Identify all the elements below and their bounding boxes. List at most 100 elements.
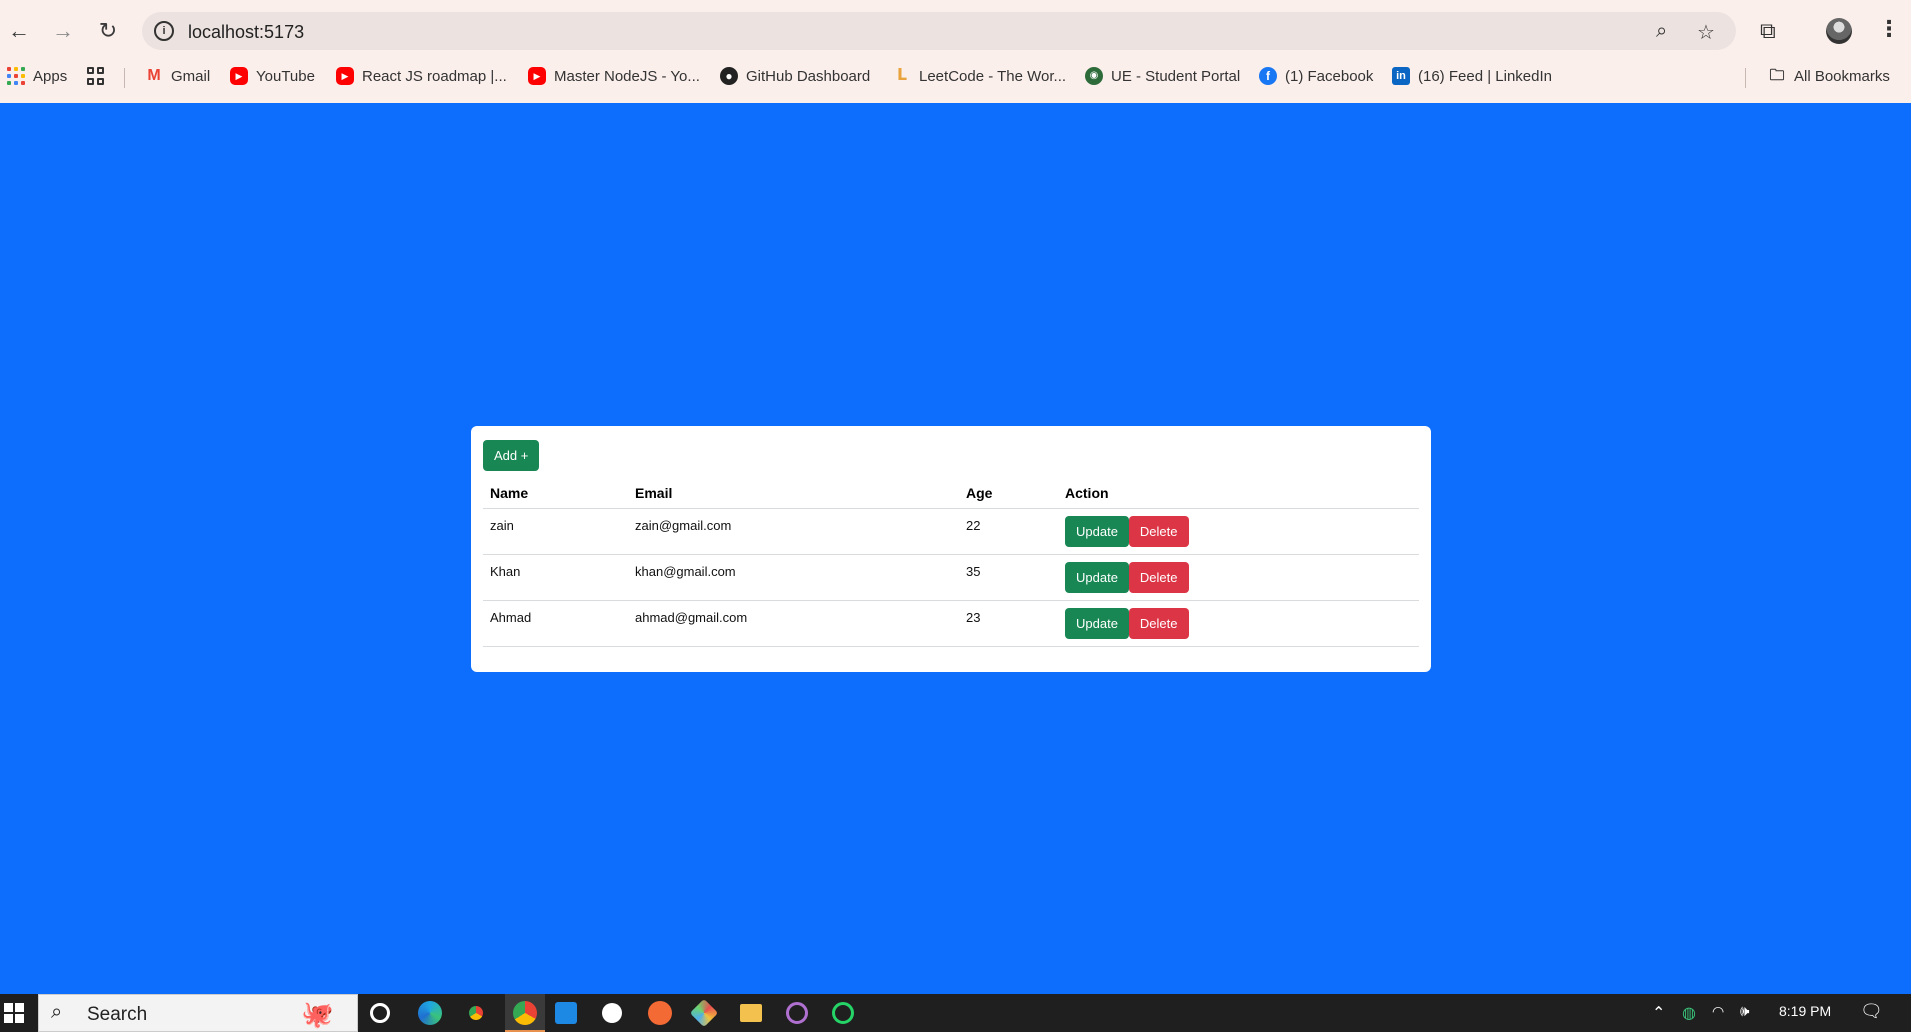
delete-button[interactable]: Delete [1128,608,1189,639]
table-row: zain zain@gmail.com 22 Update Delete [483,508,1419,555]
bookmark-label: GitHub Dashboard [746,67,871,85]
add-user-button[interactable]: Add + [483,440,540,471]
cell-name: Khan [483,554,628,601]
table-header-row: Name Email Age Action [483,479,1419,509]
search-icon: ⌕ [51,1001,63,1023]
address-bar[interactable]: i localhost:5173 ⌕ ☆ [142,12,1736,50]
bookmark-facebook[interactable]: f (1) Facebook [1259,66,1373,86]
youtube-icon: ▶ [230,67,248,85]
delete-button[interactable]: Delete [1128,562,1189,593]
folder-icon: 🗀 [1769,67,1785,84]
users-table: Name Email Age Action zain zain@gmail.co… [483,479,1419,647]
file-explorer-icon[interactable] [740,1004,762,1022]
bookmark-label: YouTube [256,67,315,85]
windows-start-icon[interactable] [4,1003,24,1023]
zoom-icon[interactable]: ⌕ [1656,20,1667,43]
menu-kebab-icon[interactable]: ⋮ [1878,16,1900,42]
bookmark-gmail[interactable]: M Gmail [145,66,210,86]
delete-button[interactable]: Delete [1128,516,1189,547]
cell-action: Update Delete [1058,600,1419,647]
bookmark-label: LeetCode - The Wor... [919,67,1067,85]
cell-action: Update Delete [1058,554,1419,601]
chrome-canary-icon[interactable] [464,1001,488,1025]
bookmark-ue-portal[interactable]: ◉ UE - Student Portal [1085,66,1240,86]
bookmark-react-roadmap[interactable]: ▶ React JS roadmap |... [336,66,507,86]
header-action: Action [1058,479,1419,509]
cell-name: zain [483,508,628,555]
table-row: Ahmad ahmad@gmail.com 23 Update Delete [483,600,1419,647]
wifi-icon[interactable]: ◠ [1712,1003,1724,1020]
browser-chrome: ← → ↻ i localhost:5173 ⌕ ☆ ⧉ ⋮ Apps M Gm… [0,0,1911,103]
taskbar-search-label: Search [87,1004,148,1025]
cell-action: Update Delete [1058,508,1419,555]
github-icon: ● [720,67,738,85]
table-row: Khan khan@gmail.com 35 Update Delete [483,554,1419,601]
whatsapp-icon[interactable] [832,1002,854,1024]
all-bookmarks-label: All Bookmarks [1794,67,1890,85]
header-email: Email [628,479,959,509]
header-name: Name [483,479,628,509]
bookmark-apps[interactable]: Apps [7,66,67,86]
back-arrow-icon[interactable]: ← [6,18,32,44]
bookmark-master-nodejs[interactable]: ▶ Master NodeJS - Yo... [528,66,700,86]
all-bookmarks[interactable]: 🗀 All Bookmarks [1768,66,1890,86]
header-age: Age [959,479,1058,509]
windows-taskbar: ⌕ Search 🐙 ⌃ ◍ ◠ 🕪 8:19 PM 🗨 [0,994,1911,1032]
taskbar-search-box[interactable]: ⌕ Search 🐙 [38,994,358,1032]
bookmark-separator [1745,68,1746,88]
cell-email: zain@gmail.com [628,508,959,555]
bookmark-label: Gmail [171,67,211,85]
clock-time[interactable]: 8:19 PM [1779,1003,1831,1019]
bookmark-star-icon[interactable]: ☆ [1697,20,1715,45]
linkedin-icon: in [1392,67,1410,85]
users-card: Add + Name Email Age Action zain zain@gm… [471,426,1431,672]
cell-age: 23 [959,600,1058,647]
bookmark-label: Apps [33,67,68,85]
youtube-icon: ▶ [336,67,354,85]
site-info-icon[interactable]: i [154,21,174,41]
update-button[interactable]: Update [1065,608,1129,639]
task-view-icon[interactable] [370,1003,390,1023]
tab-groups-icon [87,67,105,85]
bookmark-separator [124,68,125,88]
bookmark-github[interactable]: ● GitHub Dashboard [720,66,870,86]
tab-groups-button[interactable] [87,66,105,86]
bookmark-label: UE - Student Portal [1111,67,1241,85]
apps-grid-icon [7,67,25,85]
chrome-icon[interactable] [513,1001,537,1025]
cell-name: Ahmad [483,600,628,647]
git-tool-icon[interactable] [689,998,719,1028]
volume-icon[interactable]: 🕪 [1740,1003,1749,1020]
update-button[interactable]: Update [1065,562,1129,593]
cell-age: 22 [959,508,1058,555]
bookmark-label: Master NodeJS - Yo... [554,67,700,85]
youtube-icon: ▶ [528,67,546,85]
profile-avatar[interactable] [1826,18,1852,44]
extensions-icon[interactable]: ⧉ [1760,18,1776,44]
mongodb-compass-icon[interactable] [602,1003,622,1023]
reload-icon[interactable]: ↻ [95,18,121,44]
bookmark-label: React JS roadmap |... [362,67,507,85]
update-button[interactable]: Update [1065,516,1129,547]
edge-icon[interactable] [418,1001,442,1025]
bookmark-label: (16) Feed | LinkedIn [1418,67,1552,85]
bookmark-linkedin[interactable]: in (16) Feed | LinkedIn [1392,66,1552,86]
gmail-icon: M [147,67,161,84]
bookmark-leetcode[interactable]: ᒪ LeetCode - The Wor... [893,66,1066,86]
postman-icon[interactable] [648,1001,672,1025]
tray-overflow-icon[interactable]: ⌃ [1652,1003,1665,1023]
cell-email: khan@gmail.com [628,554,959,601]
search-highlight-icon: 🐙 [301,999,334,1029]
url-text[interactable]: localhost:5173 [188,22,304,43]
notification-icon[interactable]: 🗨 [1860,1001,1883,1022]
vscode-icon[interactable] [555,1002,577,1024]
ue-portal-icon: ◉ [1085,67,1103,85]
cell-age: 35 [959,554,1058,601]
facebook-icon: f [1259,67,1277,85]
bookmark-label: (1) Facebook [1285,67,1374,85]
bookmarks-bar: Apps M Gmail ▶ YouTube ▶ React JS roadma… [0,60,1911,92]
bookmark-youtube[interactable]: ▶ YouTube [230,66,315,86]
media-player-icon[interactable] [786,1002,808,1024]
forward-arrow-icon[interactable]: → [50,18,76,44]
edge-tray-icon[interactable]: ◍ [1682,1003,1696,1023]
